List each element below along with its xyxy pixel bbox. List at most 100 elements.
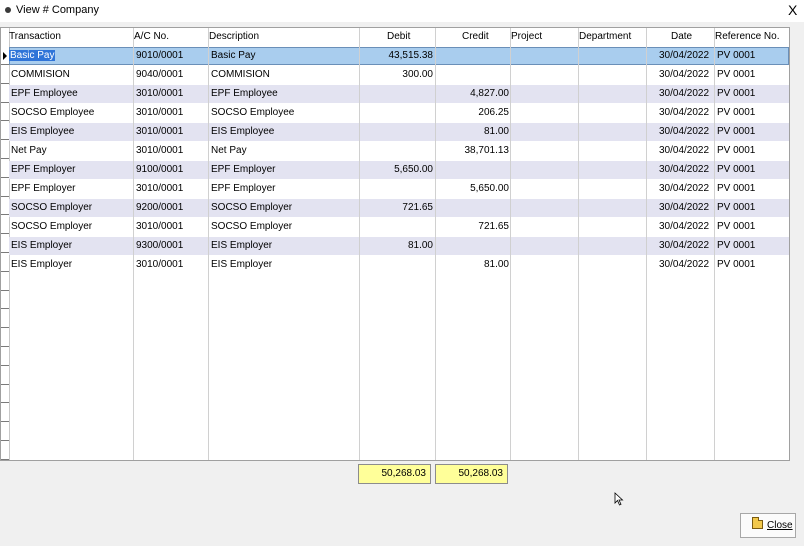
- table-row[interactable]: EPF Employee 3010/0001 EPF Employee 4,827.0…: [9, 85, 789, 103]
- cell-reference-no[interactable]: PV 0001: [717, 221, 755, 232]
- cell-description[interactable]: SOCSO Employer: [211, 221, 292, 232]
- row-selector[interactable]: [1, 385, 9, 404]
- cell-description[interactable]: SOCSO Employee: [211, 107, 294, 118]
- row-selector[interactable]: [1, 291, 9, 310]
- cell-ac-no[interactable]: 3010/0001: [136, 107, 183, 118]
- cell-description[interactable]: Basic Pay: [211, 50, 255, 61]
- cell-description[interactable]: COMMISION: [211, 69, 270, 80]
- row-selector[interactable]: [1, 367, 9, 385]
- journal-grid[interactable]: Transaction A/C No. Description Debit Cr…: [0, 27, 790, 461]
- window-close-icon[interactable]: X: [788, 2, 797, 18]
- cell-reference-no[interactable]: PV 0001: [717, 126, 755, 137]
- cell-reference-no[interactable]: PV 0001: [717, 183, 755, 194]
- cell-date[interactable]: 30/04/2022: [659, 221, 709, 232]
- table-row[interactable]: Net Pay 3010/0001 Net Pay 38,701.13 30/04/20…: [9, 142, 789, 160]
- cell-date[interactable]: 30/04/2022: [659, 50, 709, 61]
- row-selector[interactable]: [1, 404, 9, 423]
- close-button[interactable]: Close: [740, 513, 796, 538]
- cell-debit[interactable]: 300.00: [402, 69, 433, 80]
- table-row[interactable]: EPF Employer 3010/0001 EPF Employer 5,650.0…: [9, 180, 789, 198]
- row-selector[interactable]: [1, 66, 9, 84]
- cell-reference-no[interactable]: PV 0001: [717, 69, 755, 80]
- cell-reference-no[interactable]: PV 0001: [717, 88, 755, 99]
- column-header-ac-no[interactable]: A/C No.: [134, 31, 169, 42]
- cell-credit[interactable]: 4,827.00: [470, 88, 509, 99]
- cell-description[interactable]: EPF Employer: [211, 183, 275, 194]
- row-selector[interactable]: [1, 348, 9, 366]
- cell-description[interactable]: Net Pay: [211, 145, 247, 156]
- table-row[interactable]: EIS Employer 9300/0001 EIS Employer 81.00 30…: [9, 237, 789, 255]
- row-selector[interactable]: [1, 160, 9, 178]
- cell-credit[interactable]: 38,701.13: [465, 145, 510, 156]
- cell-reference-no[interactable]: PV 0001: [717, 259, 755, 270]
- row-selector[interactable]: [1, 254, 9, 272]
- table-row[interactable]: EIS Employee 3010/0001 EIS Employee 81.00 30…: [9, 123, 789, 141]
- cell-transaction[interactable]: EIS Employer: [11, 259, 72, 270]
- cell-date[interactable]: 30/04/2022: [659, 69, 709, 80]
- cell-transaction[interactable]: SOCSO Employee: [11, 107, 94, 118]
- cell-debit[interactable]: 81.00: [408, 240, 433, 251]
- column-header-credit[interactable]: Credit: [462, 31, 489, 42]
- cell-description[interactable]: EPF Employee: [211, 88, 278, 99]
- cell-description[interactable]: SOCSO Employer: [211, 202, 292, 213]
- cell-reference-no[interactable]: PV 0001: [717, 145, 755, 156]
- cell-description[interactable]: EPF Employer: [211, 164, 275, 175]
- row-selector[interactable]: [1, 141, 9, 159]
- cell-transaction[interactable]: SOCSO Employer: [11, 202, 92, 213]
- cell-date[interactable]: 30/04/2022: [659, 259, 709, 270]
- cell-reference-no[interactable]: PV 0001: [717, 164, 755, 175]
- cell-transaction[interactable]: COMMISION: [11, 69, 70, 80]
- cell-transaction[interactable]: SOCSO Employer: [11, 221, 92, 232]
- column-header-reference-no[interactable]: Reference No.: [715, 31, 779, 42]
- cell-ac-no[interactable]: 9200/0001: [136, 202, 183, 213]
- cell-transaction[interactable]: EPF Employer: [11, 164, 75, 175]
- row-selector[interactable]: [1, 235, 9, 253]
- cell-transaction[interactable]: EPF Employee: [11, 88, 78, 99]
- cell-date[interactable]: 30/04/2022: [659, 88, 709, 99]
- cell-date[interactable]: 30/04/2022: [659, 107, 709, 118]
- column-header-transaction[interactable]: Transaction: [9, 31, 61, 42]
- row-selector[interactable]: [1, 122, 9, 141]
- column-header-description[interactable]: Description: [209, 31, 259, 42]
- cell-description[interactable]: EIS Employee: [211, 126, 274, 137]
- cell-reference-no[interactable]: PV 0001: [717, 202, 755, 213]
- cell-transaction[interactable]: EIS Employee: [11, 126, 74, 137]
- table-row[interactable]: EPF Employer 9100/0001 EPF Employer 5,650.0…: [9, 161, 789, 179]
- row-selector[interactable]: [1, 47, 9, 65]
- table-row[interactable]: COMMISION 9040/0001 COMMISION 300.00 30/04/2…: [9, 66, 789, 84]
- table-row[interactable]: EIS Employer 3010/0001 EIS Employer 81.00 30…: [9, 256, 789, 274]
- cell-ac-no[interactable]: 9300/0001: [136, 240, 183, 251]
- column-header-date[interactable]: Date: [671, 31, 692, 42]
- cell-credit[interactable]: 81.00: [484, 126, 509, 137]
- cell-date[interactable]: 30/04/2022: [659, 240, 709, 251]
- cell-credit[interactable]: 721.65: [478, 221, 509, 232]
- cell-debit[interactable]: 721.65: [402, 202, 433, 213]
- row-selector[interactable]: [1, 197, 9, 216]
- row-selector[interactable]: [1, 179, 9, 197]
- cell-credit[interactable]: 81.00: [484, 259, 509, 270]
- cell-transaction[interactable]: Basic Pay: [9, 50, 56, 61]
- cell-ac-no[interactable]: 3010/0001: [136, 145, 183, 156]
- cell-date[interactable]: 30/04/2022: [659, 164, 709, 175]
- column-header-debit[interactable]: Debit: [387, 31, 410, 42]
- cell-debit[interactable]: 43,515.38: [389, 50, 434, 61]
- cell-transaction[interactable]: EPF Employer: [11, 183, 75, 194]
- row-selector[interactable]: [1, 423, 9, 441]
- row-selector[interactable]: [1, 442, 9, 460]
- column-header-project[interactable]: Project: [511, 31, 542, 42]
- cell-date[interactable]: 30/04/2022: [659, 202, 709, 213]
- table-row[interactable]: SOCSO Employer 9200/0001 SOCSO Employer 721…: [9, 199, 789, 217]
- cell-ac-no[interactable]: 9010/0001: [136, 50, 183, 61]
- cell-ac-no[interactable]: 3010/0001: [136, 126, 183, 137]
- cell-reference-no[interactable]: PV 0001: [717, 50, 755, 61]
- cell-debit[interactable]: 5,650.00: [394, 164, 433, 175]
- cell-ac-no[interactable]: 3010/0001: [136, 259, 183, 270]
- cell-ac-no[interactable]: 3010/0001: [136, 183, 183, 194]
- cell-ac-no[interactable]: 3010/0001: [136, 221, 183, 232]
- cell-date[interactable]: 30/04/2022: [659, 126, 709, 137]
- column-header-department[interactable]: Department: [579, 31, 631, 42]
- row-selector[interactable]: [1, 273, 9, 291]
- row-selector[interactable]: [1, 310, 9, 329]
- cell-credit[interactable]: 5,650.00: [470, 183, 509, 194]
- table-row[interactable]: Basic Pay 9010/0001 Basic Pay 43,515.38 30/0…: [9, 47, 789, 65]
